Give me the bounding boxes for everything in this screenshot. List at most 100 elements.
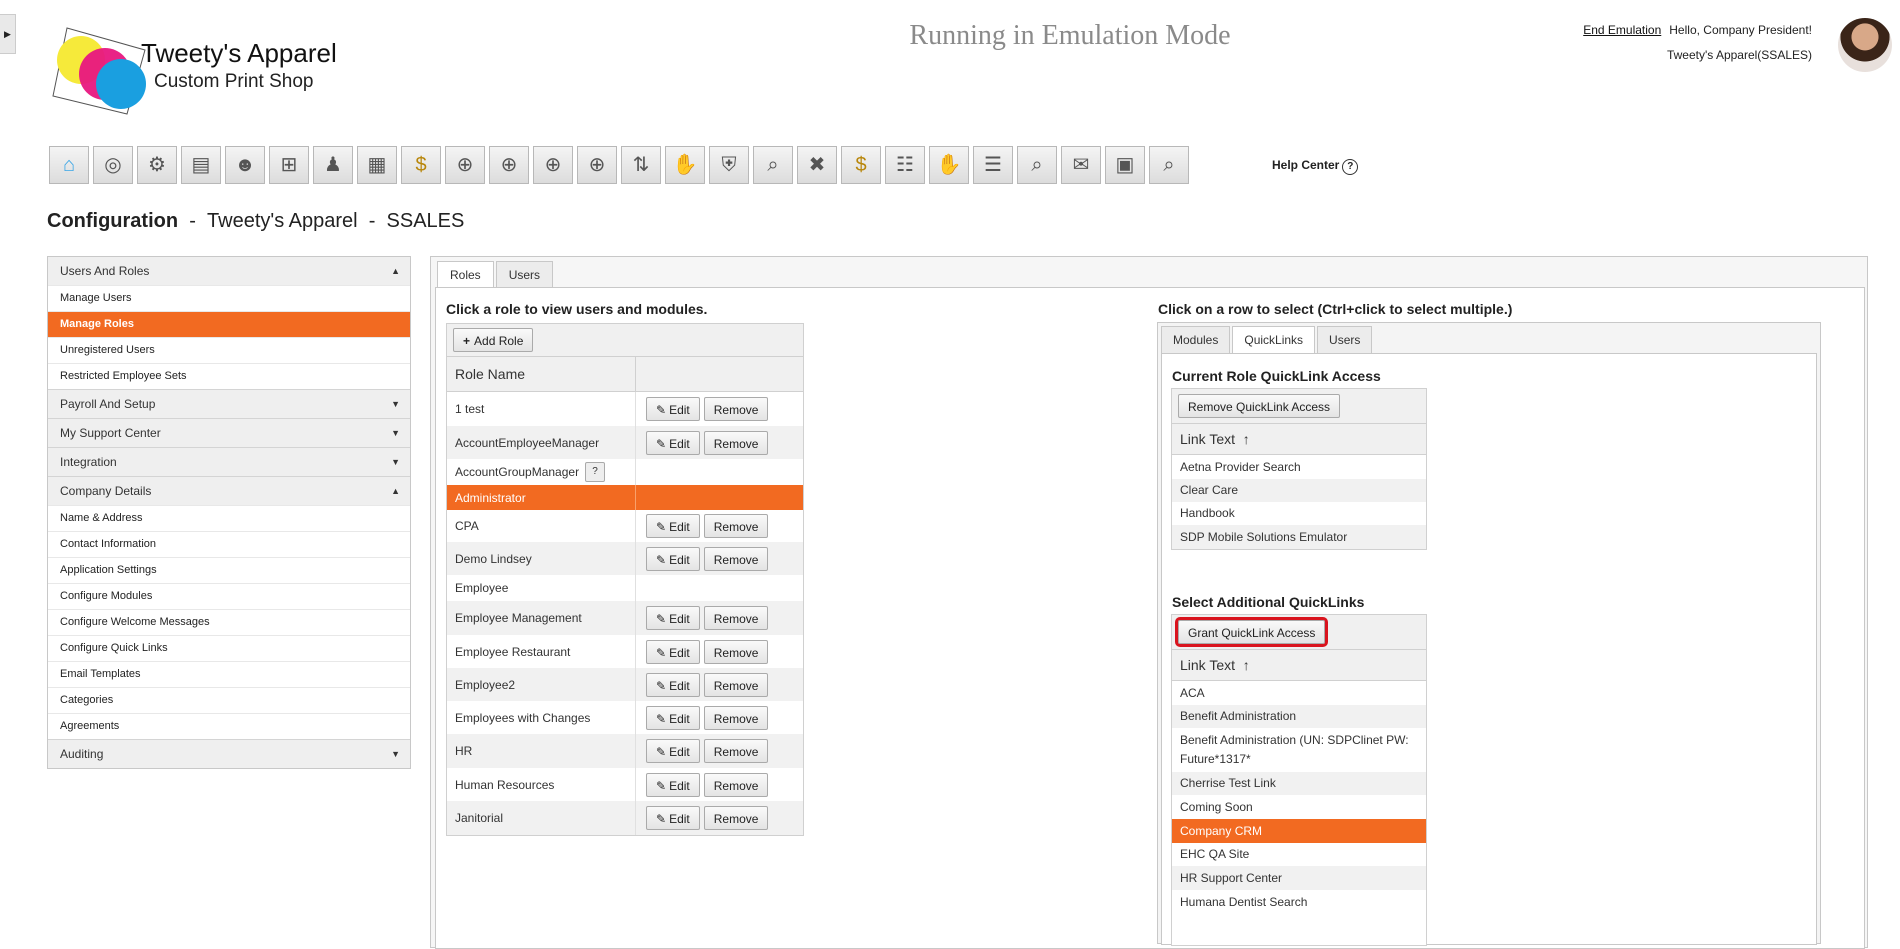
- toolbar-button-7[interactable]: ♟: [313, 146, 353, 184]
- remove-role-button[interactable]: Remove: [703, 514, 769, 538]
- list-item[interactable]: Cherrise Test Link: [1172, 772, 1426, 795]
- toolbar-button-9[interactable]: $: [401, 146, 441, 184]
- nav-item-restricted-employee-sets[interactable]: Restricted Employee Sets: [48, 363, 410, 389]
- toolbar-button-20[interactable]: ☷: [885, 146, 925, 184]
- list-item[interactable]: Humana Dentist Search: [1172, 890, 1426, 914]
- nav-item-name-address[interactable]: Name & Address: [48, 505, 410, 531]
- nav-item-categories[interactable]: Categories: [48, 687, 410, 713]
- nav-item-configure-modules[interactable]: Configure Modules: [48, 583, 410, 609]
- remove-quicklink-access-button[interactable]: Remove QuickLink Access: [1178, 394, 1341, 418]
- nav-item-agreements[interactable]: Agreements: [48, 713, 410, 739]
- edit-role-button[interactable]: ✎ Edit: [646, 546, 700, 571]
- tab-role-users[interactable]: Users: [1317, 326, 1373, 354]
- nav-item-unregistered-users[interactable]: Unregistered Users: [48, 337, 410, 363]
- nav-section-company-details[interactable]: Company Details ▲: [48, 476, 410, 505]
- toolbar-button-23[interactable]: ⌕: [1017, 146, 1057, 184]
- edit-role-button[interactable]: ✎ Edit: [646, 606, 700, 630]
- toolbar-button-14[interactable]: ⇅: [621, 146, 661, 184]
- table-row[interactable]: Employee Management ✎ Edit Remove: [447, 601, 803, 635]
- table-row[interactable]: Employee Restaurant ✎ Edit Remove: [447, 635, 803, 668]
- help-center-link[interactable]: Help Center?: [1272, 158, 1359, 175]
- tab-quicklinks[interactable]: QuickLinks: [1232, 326, 1316, 354]
- edit-role-button[interactable]: ✎ Edit: [646, 705, 700, 730]
- remove-role-button[interactable]: Remove: [703, 430, 769, 455]
- toolbar-button-24[interactable]: ✉: [1061, 146, 1101, 184]
- remove-role-button[interactable]: Remove: [703, 606, 769, 630]
- toolbar-button-2[interactable]: ◎: [93, 146, 133, 184]
- remove-role-button[interactable]: Remove: [703, 705, 769, 730]
- column-header-link-text[interactable]: Link Text ↑: [1172, 650, 1426, 681]
- list-item[interactable]: EHC QA Site: [1172, 843, 1426, 866]
- toolbar-button-12[interactable]: ⊕: [533, 146, 573, 184]
- edit-role-button[interactable]: ✎ Edit: [646, 806, 700, 830]
- nav-item-manage-roles[interactable]: Manage Roles: [48, 311, 410, 337]
- remove-role-button[interactable]: Remove: [703, 672, 769, 697]
- table-row[interactable]: Janitorial ✎ Edit Remove: [447, 801, 803, 835]
- toolbar-button-11[interactable]: ⊕: [489, 146, 529, 184]
- tab-users[interactable]: Users: [495, 261, 554, 289]
- list-item[interactable]: Handbook: [1172, 502, 1426, 525]
- tab-modules[interactable]: Modules: [1161, 326, 1231, 354]
- column-header-link-text[interactable]: Link Text ↑: [1172, 424, 1426, 455]
- list-item[interactable]: Benefit Administration (UN: SDPClinet PW…: [1172, 728, 1426, 772]
- remove-role-button[interactable]: Remove: [703, 546, 769, 571]
- toolbar-button-18[interactable]: ✖: [797, 146, 837, 184]
- nav-item-application-settings[interactable]: Application Settings: [48, 557, 410, 583]
- edit-role-button[interactable]: ✎ Edit: [646, 397, 700, 421]
- toolbar-button-1[interactable]: ⌂: [49, 146, 89, 184]
- grant-quicklink-access-button[interactable]: Grant QuickLink Access: [1174, 617, 1329, 647]
- nav-item-contact-information[interactable]: Contact Information: [48, 531, 410, 557]
- nav-section-users-and-roles[interactable]: Users And Roles ▲: [48, 257, 410, 285]
- toolbar-button-16[interactable]: ⛨: [709, 146, 749, 184]
- toolbar-button-22[interactable]: ☰: [973, 146, 1013, 184]
- edit-role-button[interactable]: ✎ Edit: [646, 430, 700, 455]
- table-row[interactable]: HR ✎ Edit Remove: [447, 734, 803, 768]
- table-row[interactable]: 1 test ✎ Edit Remove: [447, 392, 803, 426]
- table-row[interactable]: Employee: [447, 575, 803, 601]
- toolbar-button-26[interactable]: ⌕: [1149, 146, 1189, 184]
- list-item[interactable]: ACA: [1172, 681, 1426, 705]
- edit-role-button[interactable]: ✎ Edit: [646, 672, 700, 697]
- remove-role-button[interactable]: Remove: [703, 806, 769, 830]
- end-emulation-link[interactable]: End Emulation: [1583, 23, 1661, 37]
- remove-role-button[interactable]: Remove: [703, 639, 769, 664]
- table-row[interactable]: Administrator: [447, 485, 803, 510]
- nav-item-manage-users[interactable]: Manage Users: [48, 285, 410, 311]
- add-role-button[interactable]: + Add Role: [453, 328, 534, 352]
- role-help-button[interactable]: ?: [585, 462, 606, 482]
- nav-section-integration[interactable]: Integration ▼: [48, 447, 410, 476]
- toolbar-button-17[interactable]: ⌕: [753, 146, 793, 184]
- avatar[interactable]: [1838, 18, 1892, 72]
- tab-roles[interactable]: Roles: [437, 261, 494, 289]
- edit-role-button[interactable]: ✎ Edit: [646, 739, 700, 763]
- nav-section-auditing[interactable]: Auditing ▼: [48, 739, 410, 768]
- table-row[interactable]: Employees with Changes ✎ Edit Remove: [447, 701, 803, 734]
- toolbar-button-3[interactable]: ⚙: [137, 146, 177, 184]
- list-item[interactable]: Company CRM: [1172, 819, 1426, 843]
- remove-role-button[interactable]: Remove: [703, 772, 769, 797]
- list-item[interactable]: HR Support Center: [1172, 866, 1426, 890]
- toolbar-button-25[interactable]: ▣: [1105, 146, 1145, 184]
- list-item[interactable]: Benefit Administration: [1172, 705, 1426, 728]
- edit-role-button[interactable]: ✎ Edit: [646, 639, 700, 664]
- remove-role-button[interactable]: Remove: [703, 739, 769, 763]
- toolbar-button-19[interactable]: $: [841, 146, 881, 184]
- nav-item-configure-quick-links[interactable]: Configure Quick Links: [48, 635, 410, 661]
- remove-role-button[interactable]: Remove: [703, 397, 769, 421]
- toolbar-button-4[interactable]: ▤: [181, 146, 221, 184]
- column-header-role-name[interactable]: Role Name: [447, 357, 636, 391]
- table-row[interactable]: CPA ✎ Edit Remove: [447, 510, 803, 542]
- edit-role-button[interactable]: ✎ Edit: [646, 514, 700, 538]
- table-row[interactable]: Employee2 ✎ Edit Remove: [447, 668, 803, 701]
- list-item[interactable]: Clear Care: [1172, 479, 1426, 502]
- list-item[interactable]: SDP Mobile Solutions Emulator: [1172, 525, 1426, 549]
- toolbar-button-8[interactable]: ▦: [357, 146, 397, 184]
- table-row[interactable]: Human Resources ✎ Edit Remove: [447, 768, 803, 801]
- list-item[interactable]: Aetna Provider Search: [1172, 455, 1426, 479]
- table-row[interactable]: AccountGroupManager?: [447, 459, 803, 485]
- toolbar-button-13[interactable]: ⊕: [577, 146, 617, 184]
- nav-item-email-templates[interactable]: Email Templates: [48, 661, 410, 687]
- list-item[interactable]: Coming Soon: [1172, 795, 1426, 819]
- toolbar-button-15[interactable]: ✋: [665, 146, 705, 184]
- toolbar-button-10[interactable]: ⊕: [445, 146, 485, 184]
